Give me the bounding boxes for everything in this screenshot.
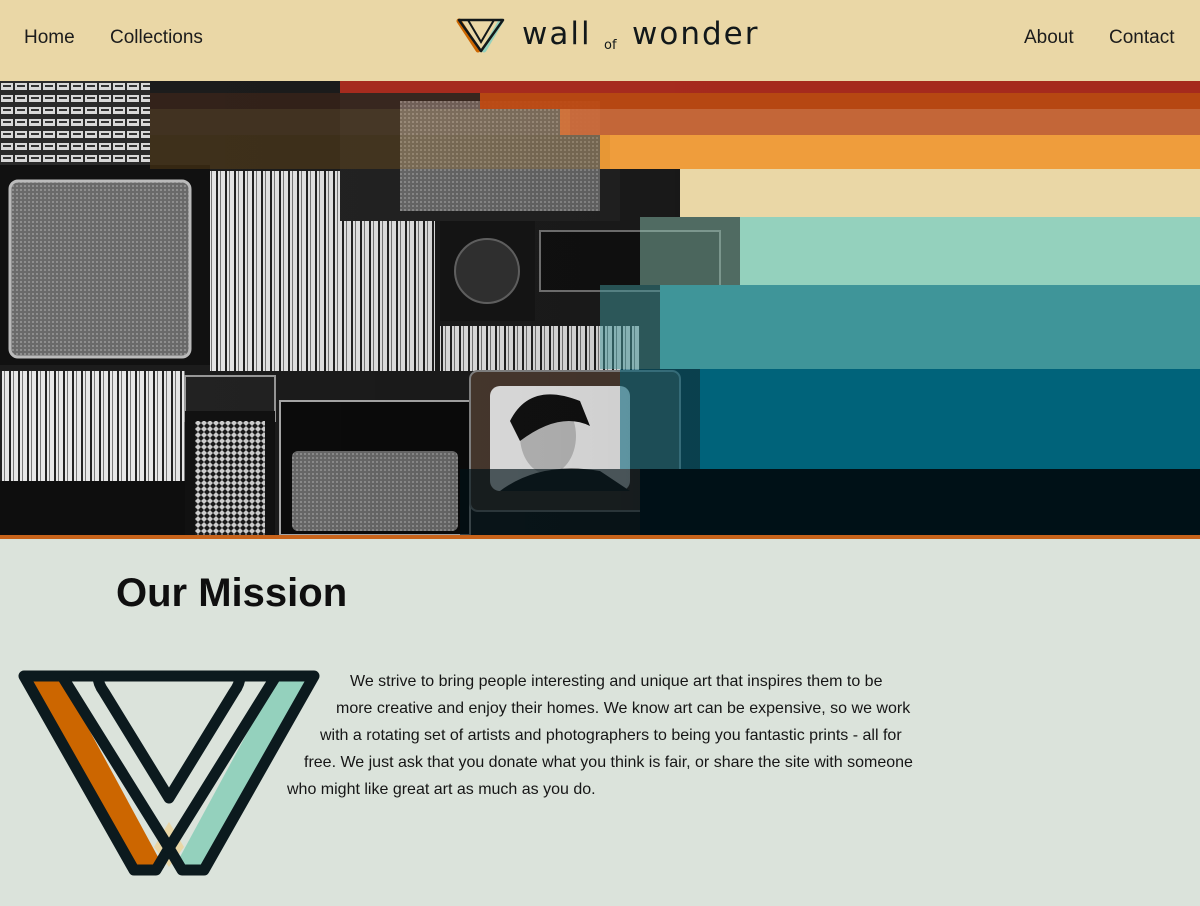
mission-line: who might like great art as much as you …: [287, 781, 596, 798]
brand-word-wall: wall: [522, 16, 592, 52]
mission-line: with a rotating set of artists and photo…: [320, 727, 902, 744]
nav-link-contact[interactable]: Contact: [1109, 27, 1174, 49]
top-navigation: Home Collections wall of wonder About Co…: [0, 0, 1200, 81]
mission-line: free. We just ask that you donate what y…: [304, 754, 913, 771]
wall-of-wonder-logo-icon: [456, 18, 505, 53]
nav-link-collections[interactable]: Collections: [110, 27, 203, 49]
hero-image: [0, 81, 1200, 535]
nav-link-home[interactable]: Home: [24, 27, 75, 49]
brand-logo[interactable]: wall of wonder: [456, 17, 776, 57]
brand-mark-icon: [18, 670, 320, 876]
mission-line: more creative and enjoy their homes. We …: [336, 700, 911, 717]
hero-bottom-border: [0, 535, 1200, 539]
nav-link-about[interactable]: About: [1024, 27, 1074, 49]
mission-line: We strive to bring people interesting an…: [350, 673, 883, 690]
mission-heading: Our Mission: [116, 571, 348, 615]
brand-word-of: of: [604, 38, 617, 53]
brand-word-wonder: wonder: [632, 16, 760, 52]
hero-banner: [0, 81, 1200, 535]
